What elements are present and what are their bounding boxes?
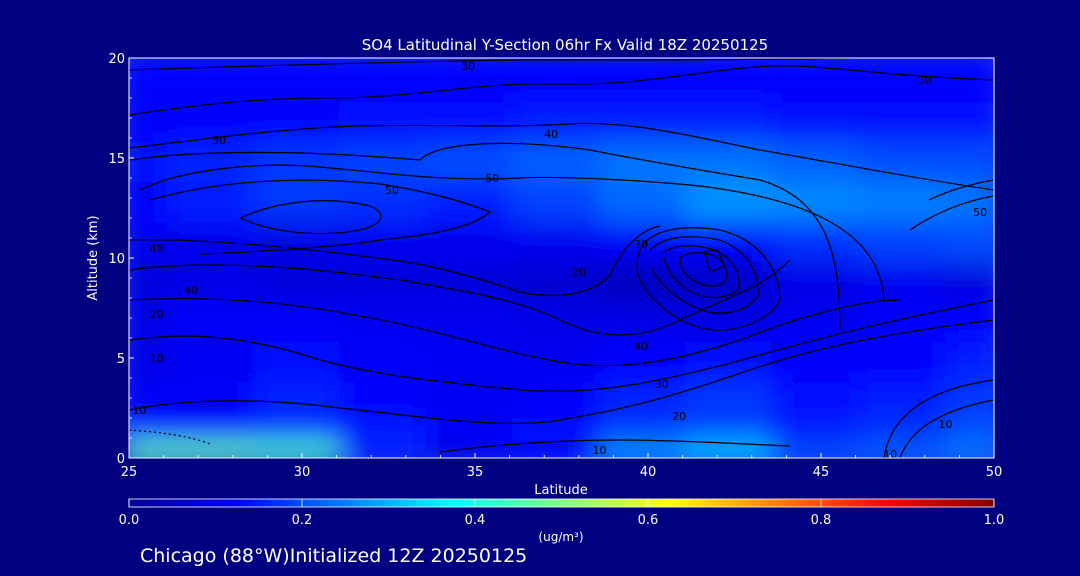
contour-label: 20 [150, 308, 164, 321]
x-tick-label: 45 [813, 465, 830, 480]
contour-label: 20 [572, 266, 586, 279]
colorbar-tick-label: 1.0 [984, 513, 1005, 528]
heatmap-cell [598, 58, 698, 102]
heatmap-cell [771, 58, 871, 102]
contour-label: 50 [973, 206, 987, 219]
colorbar: 0.0 0.2 0.4 0.6 0.8 1.0 (ug/m³) [119, 498, 1005, 544]
colorbar-tick-label: 0.2 [292, 513, 313, 528]
contour-label: 40 [184, 284, 198, 297]
heatmap-cell [858, 58, 957, 102]
contour-label: 40 [150, 242, 164, 255]
y-tick-label: 0 [117, 452, 125, 467]
contour-label: 30 [918, 74, 932, 87]
contour-label: 40 [544, 128, 558, 141]
chart-figure: SO4 Latitudinal Y-Section 06hr Fx Valid … [86, 36, 1005, 567]
contour-label: 10 [150, 352, 164, 365]
colorbar-tick-label: 0.6 [638, 513, 659, 528]
contour-label: 10 [132, 404, 146, 417]
colorbar-tick-label: 0.0 [119, 513, 140, 528]
contour-label: 30 [461, 60, 475, 73]
y-tick-label: 10 [108, 252, 125, 267]
heatmap-cell [252, 58, 352, 102]
heatmap-cell [166, 58, 265, 102]
colorbar-gradient [129, 499, 994, 507]
colorbar-unit-label: (ug/m³) [538, 530, 583, 544]
contour-label: 10 [939, 418, 953, 431]
x-tick-label: 25 [121, 465, 138, 480]
contour-label: 10 [883, 448, 897, 461]
y-axis-label: Altitude (km) [86, 215, 101, 300]
contour-label: 10 [593, 444, 607, 457]
contour-label: 20 [672, 410, 686, 423]
colorbar-tick-label: 0.4 [465, 513, 486, 528]
x-tick-label: 30 [294, 465, 311, 480]
footer-caption: Chicago (88°W)Initialized 12Z 20250125 [140, 545, 527, 567]
heatmap-cell [685, 58, 784, 102]
x-tick-label: 35 [467, 465, 484, 480]
contour-label: 30 [634, 238, 648, 251]
chart-title: SO4 Latitudinal Y-Section 06hr Fx Valid … [362, 36, 768, 54]
y-tick-label: 20 [108, 52, 125, 67]
y-tick-label: 5 [117, 352, 125, 367]
contour-label: 50 [485, 172, 499, 185]
x-tick-label: 50 [986, 465, 1003, 480]
x-tick-label: 40 [640, 465, 657, 480]
contour-label: 30 [212, 134, 226, 147]
contour-label: 50 [385, 184, 399, 197]
heatmap-cell [512, 58, 611, 102]
contour-label: 30 [655, 378, 669, 391]
x-axis-label: Latitude [534, 483, 588, 498]
y-tick-label: 15 [108, 152, 125, 167]
contour-label: 40 [634, 340, 648, 353]
colorbar-tick-label: 0.8 [811, 513, 832, 528]
